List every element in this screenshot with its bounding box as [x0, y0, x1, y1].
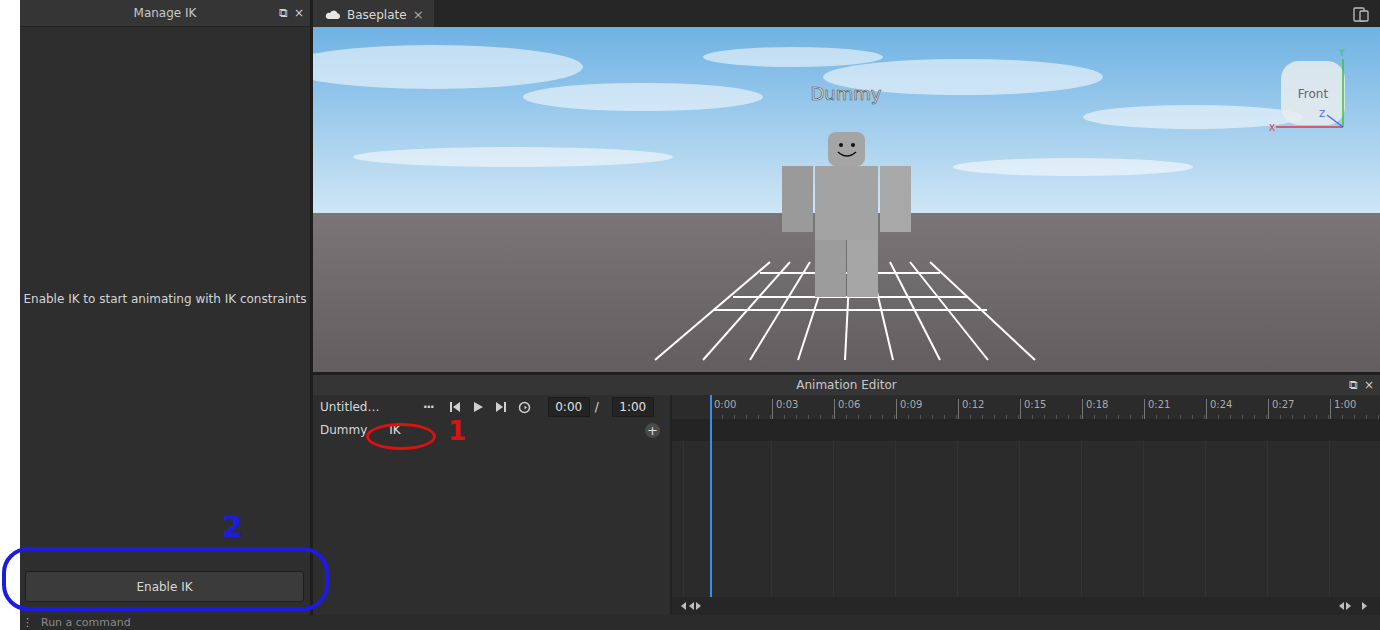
y-axis-label: Y	[1338, 48, 1345, 58]
time-separator: /	[595, 400, 599, 414]
track-name: Dummy	[320, 423, 367, 437]
timeline-tick: 0:27	[1268, 399, 1330, 419]
tab[interactable]: Baseplate ×	[313, 0, 434, 27]
track-row[interactable]: DummyIK+	[313, 419, 1380, 441]
annotation-number: 1	[448, 418, 466, 444]
animation-name[interactable]: Untitled…	[320, 400, 416, 414]
timeline-tick: 0:00	[710, 399, 772, 419]
loop-icon[interactable]	[518, 401, 531, 414]
manage-ik-header: Manage IK ⧉ ×	[20, 0, 310, 27]
character-name-label: Dummy	[811, 83, 882, 104]
cloud-icon	[325, 10, 341, 20]
window-control-icon[interactable]: ⧉	[279, 7, 288, 19]
zoom-arrows-icon[interactable]	[1338, 601, 1372, 611]
left-margin	[0, 0, 20, 630]
zoom-arrows-icon[interactable]	[680, 601, 704, 611]
window-control-icon[interactable]: ×	[294, 7, 304, 19]
animation-editor-title: Animation Editor	[796, 378, 897, 392]
editor-area: Baseplate × Dummy Front X Y Z Animation Editor ⧉…	[313, 0, 1380, 615]
animation-editor-body: Untitled…···0:00/1:000:000:030:060:090:1…	[313, 395, 1380, 615]
more-menu[interactable]: ···	[423, 400, 434, 414]
command-bar: ⋮ Run a command	[20, 615, 1380, 630]
studio-window: Manage IK ⧉ × Enable IK to start animating …	[0, 0, 1380, 630]
current-time-field[interactable]: 0:00	[548, 397, 590, 417]
tab-close-icon[interactable]: ×	[413, 7, 424, 22]
manage-ik-panel: Manage IK ⧉ × Enable IK to start animating …	[20, 0, 310, 615]
device-emulator-icon[interactable]	[1352, 5, 1370, 23]
track-lane[interactable]	[670, 419, 1380, 441]
3d-viewport[interactable]: Dummy Front X Y Z	[313, 27, 1380, 372]
skip-to-start-icon[interactable]	[449, 401, 461, 413]
grip-icon: ⋮	[22, 616, 33, 629]
timeline-tick: 0:03	[772, 399, 834, 419]
tab-label: Baseplate	[347, 8, 407, 22]
timeline-tick: 1:00	[1330, 399, 1380, 419]
z-axis-label: Z	[1319, 109, 1325, 119]
timeline-tick: 0:06	[834, 399, 896, 419]
manage-ik-body: Enable IK to start animating with IK con…	[20, 27, 310, 571]
timeline-tick: 0:09	[896, 399, 958, 419]
timeline-tick: 0:15	[1020, 399, 1082, 419]
skip-to-end-icon[interactable]	[495, 401, 507, 413]
window-control-icon[interactable]: ×	[1364, 379, 1374, 391]
view-cube-label: Front	[1298, 87, 1329, 101]
scene[interactable]: Dummy Front X Y Z	[313, 27, 1380, 372]
animation-editor: Animation Editor⧉×Untitled…···0:00/1:000…	[313, 375, 1380, 615]
clouds	[313, 45, 1303, 176]
ik-message: Enable IK to start animating with IK con…	[23, 292, 306, 306]
timeline-ruler[interactable]: 0:000:030:060:090:120:150:180:210:240:27…	[670, 395, 1380, 419]
playhead[interactable]	[710, 395, 712, 597]
end-time-field[interactable]: 1:00	[612, 397, 654, 417]
x-axis-label: X	[1269, 123, 1275, 133]
tab-bar: Baseplate ×	[313, 0, 1380, 27]
timeline-tick: 0:12	[958, 399, 1020, 419]
manage-ik-title: Manage IK	[134, 6, 197, 20]
annotation-number: 2	[222, 512, 243, 542]
annotation-circle	[366, 423, 436, 450]
add-track-button[interactable]: +	[645, 423, 660, 438]
dummy-character[interactable]	[782, 132, 911, 297]
timeline-tick: 0:21	[1144, 399, 1206, 419]
play-icon[interactable]	[472, 401, 484, 413]
animation-toolbar: Untitled… ··· 0:00 / 1:00	[313, 395, 670, 419]
keyframe-area[interactable]	[670, 441, 1380, 597]
annotation-circle	[2, 547, 329, 611]
enable-ik-button[interactable]: Enable IK	[25, 571, 304, 602]
timeline-tick: 0:18	[1082, 399, 1144, 419]
animation-editor-header: Animation Editor ⧉ ×	[313, 375, 1380, 395]
timeline-scrollbar[interactable]	[670, 597, 1380, 615]
command-input[interactable]: Run a command	[41, 616, 131, 629]
view-cube[interactable]: Front X Y Z	[1269, 48, 1345, 133]
window-control-icon[interactable]: ⧉	[1349, 379, 1358, 391]
timeline-tick: 0:24	[1206, 399, 1268, 419]
